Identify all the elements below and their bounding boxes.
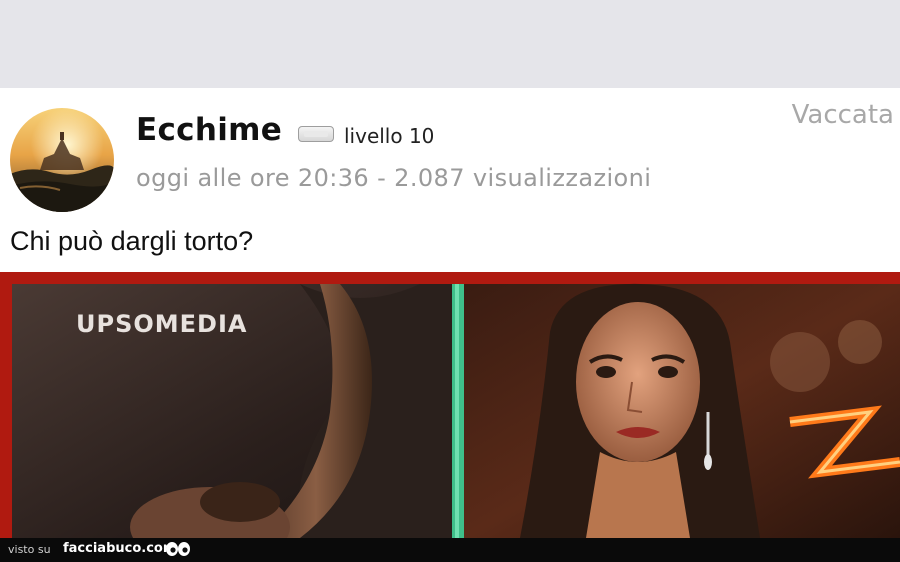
post-header: Ecchime livello 10 oggi alle ore 20:36 -… bbox=[0, 88, 900, 272]
avatar[interactable] bbox=[10, 108, 114, 212]
post-image[interactable]: UPSOMEDIA bbox=[0, 272, 900, 538]
user-level: livello 10 bbox=[344, 124, 435, 148]
footer-label: visto su bbox=[8, 543, 51, 556]
eyes-icon bbox=[166, 542, 190, 556]
post-caption: Chi può dargli torto? bbox=[10, 226, 254, 256]
top-bar bbox=[0, 0, 900, 88]
footer-bar: visto su facciabuco.com bbox=[0, 538, 900, 562]
username[interactable]: Ecchime bbox=[136, 112, 282, 148]
level-badge-icon bbox=[298, 126, 334, 142]
post-category[interactable]: Vaccata bbox=[792, 100, 894, 130]
footer-brand[interactable]: facciabuco.com bbox=[63, 541, 176, 556]
media-watermark: UPSOMEDIA bbox=[76, 310, 248, 338]
post-meta: oggi alle ore 20:36 - 2.087 visualizzazi… bbox=[136, 164, 652, 192]
avatar-image bbox=[10, 108, 114, 212]
